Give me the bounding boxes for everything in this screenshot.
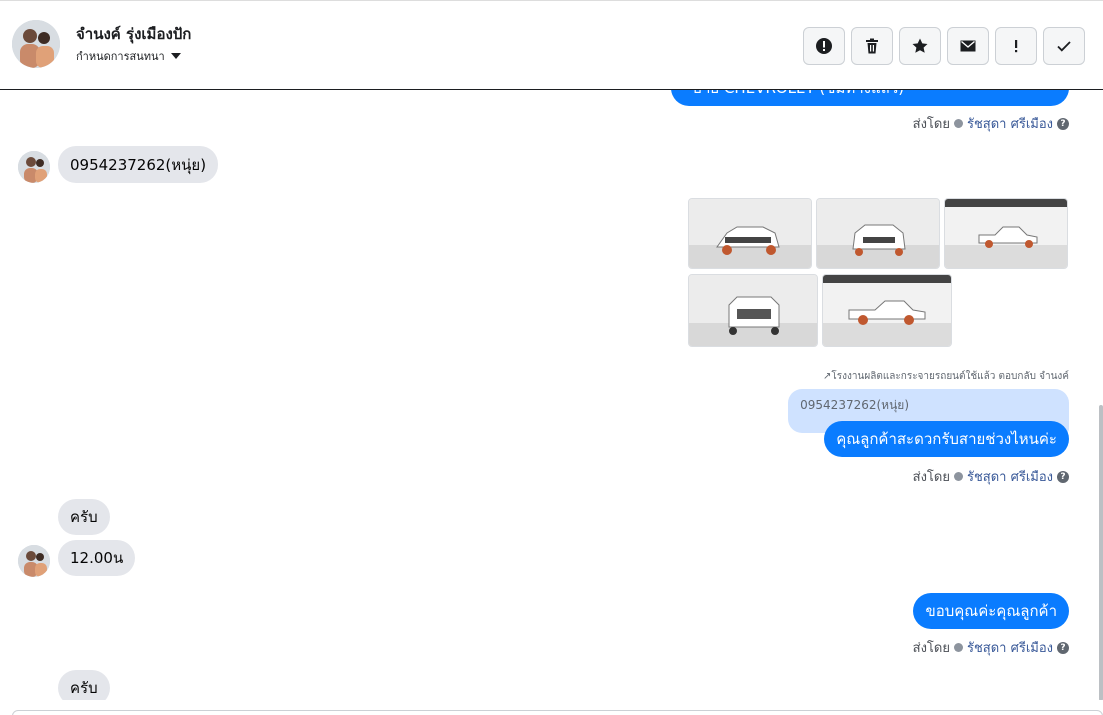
conversation-actions	[803, 27, 1085, 65]
trash-icon	[866, 38, 878, 54]
car-photo-thumbnail[interactable]	[822, 274, 952, 347]
delete-button[interactable]	[851, 27, 893, 65]
sender-dot-icon	[953, 472, 963, 481]
star-button[interactable]	[899, 27, 941, 65]
message-composer[interactable]	[12, 710, 1103, 715]
car-photo-thumbnail[interactable]	[688, 198, 812, 269]
quoted-text: 0954237262(หนุ่ย)	[800, 398, 909, 412]
caret-down-icon	[170, 53, 181, 59]
outgoing-message: คุณลูกค้าสะดวกรับสายช่วงไหนค่ะ	[824, 421, 1069, 457]
contact-avatar-small[interactable]	[18, 545, 50, 577]
sent-by-row: ส่งโดย รัชสุดา ศรีเมือง ?	[913, 637, 1069, 658]
sent-by-label: ส่งโดย	[912, 117, 950, 132]
sent-by-row: ส่งโดย รัชสุดา ศรีเมือง ?	[913, 113, 1069, 134]
message-text: คุณลูกค้าสะดวกรับสายช่วงไหนค่ะ	[836, 430, 1057, 448]
mark-unread-button[interactable]	[947, 27, 989, 65]
spam-icon	[816, 38, 832, 54]
envelope-icon	[960, 40, 976, 52]
contact-name: จำนงค์ รุ่งเมืองปัก	[76, 25, 192, 43]
scrollbar-thumb[interactable]	[1099, 405, 1103, 701]
mark-done-button[interactable]	[1043, 27, 1085, 65]
car-photo-thumbnail[interactable]	[944, 198, 1068, 269]
agent-name-link[interactable]: รัชสุดา ศรีเมือง	[967, 637, 1053, 658]
contact-avatar-small[interactable]	[18, 151, 50, 183]
message-text: ครับ	[70, 508, 98, 526]
star-icon	[912, 38, 928, 53]
message-text: - ยาย CHEVROLET (ชมทางแลว)	[683, 90, 904, 100]
sent-by-row: ส่งโดย รัชสุดา ศรีเมือง ?	[913, 466, 1069, 487]
mark-spam-button[interactable]	[803, 27, 845, 65]
message-text: 12.00น	[70, 549, 124, 567]
sent-by-label: ส่งโดย	[912, 470, 950, 485]
help-icon[interactable]: ?	[1057, 470, 1069, 483]
message-list[interactable]: - ยาย CHEVROLET (ชมทางแลว) ส่งโดย รัชสุด…	[0, 90, 1103, 715]
outgoing-message: - ยาย CHEVROLET (ชมทางแลว)	[671, 90, 1069, 106]
inbox-conversation: จำนงค์ รุ่งเมืองปัก กำหนดการสนทนา ส่งโดย…	[0, 0, 1103, 715]
assign-conversation-dropdown[interactable]: กำหนดการสนทนา	[76, 47, 181, 65]
incoming-message: 0954237262(หนุ่ย)	[58, 146, 219, 183]
agent-name-link[interactable]: รัชสุดา ศรีเมือง	[967, 113, 1053, 134]
sender-dot-icon	[953, 643, 963, 652]
help-icon[interactable]: ?	[1057, 641, 1069, 654]
check-icon	[1057, 41, 1071, 52]
contact-avatar[interactable]	[12, 20, 60, 68]
incoming-message: ครับ	[58, 499, 110, 535]
car-photo-thumbnail[interactable]	[816, 198, 940, 269]
conversation-header: จำนงค์ รุ่งเมืองปัก กำหนดการสนทนา	[0, 0, 1103, 90]
help-icon[interactable]: ?	[1057, 117, 1069, 130]
follow-up-button[interactable]	[995, 27, 1037, 65]
sent-by-label: ส่งโดย	[912, 641, 950, 656]
incoming-message: 12.00น	[58, 540, 136, 576]
car-photo-thumbnail[interactable]	[688, 274, 818, 347]
agent-name-link[interactable]: รัชสุดา ศรีเมือง	[967, 466, 1053, 487]
reply-note: ↗โรงงานผลิตและกระจายรถยนต์ใช้แล้ว ตอบกลั…	[823, 371, 1069, 382]
assign-label: กำหนดการสนทนา	[76, 50, 165, 63]
message-text: ขอบคุณค่ะคุณลูกค้า	[925, 602, 1057, 620]
message-text: 0954237262(หนุ่ย)	[70, 155, 207, 174]
exclamation-icon	[1015, 40, 1018, 53]
sender-dot-icon	[953, 119, 963, 128]
outgoing-message: ขอบคุณค่ะคุณลูกค้า	[913, 593, 1069, 629]
message-text: ครับ	[70, 679, 98, 697]
